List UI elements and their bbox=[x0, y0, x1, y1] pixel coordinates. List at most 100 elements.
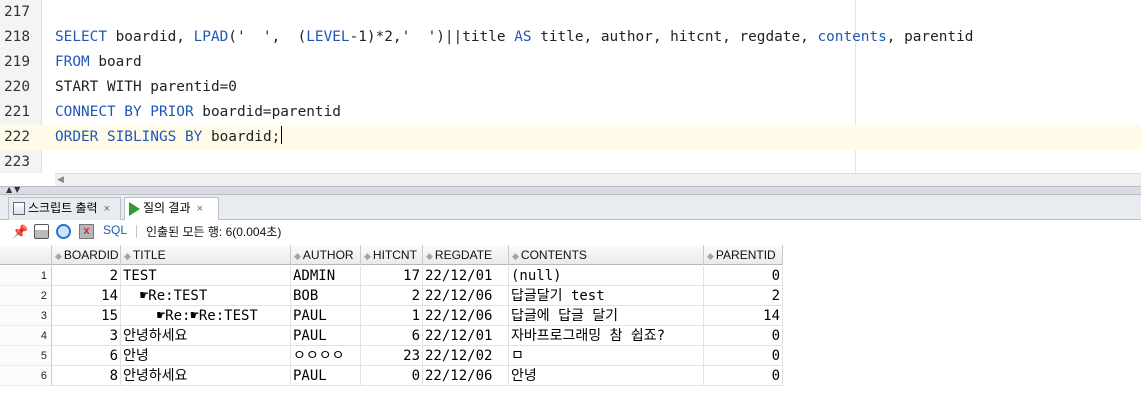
scroll-left-icon[interactable]: ◀ bbox=[57, 174, 64, 186]
column-header-title[interactable]: ◆ TITLE bbox=[121, 245, 291, 265]
cell-title[interactable]: 안녕하세요 bbox=[121, 326, 291, 346]
cell-hitcnt[interactable]: 0 bbox=[361, 366, 423, 386]
cell-title[interactable]: TEST bbox=[121, 266, 291, 286]
row-number[interactable]: 1 bbox=[0, 266, 52, 286]
toolbar-separator bbox=[136, 225, 137, 238]
sql-keyword: ORDER SIBLINGS BY bbox=[55, 129, 203, 145]
sql-link[interactable]: SQL bbox=[103, 223, 127, 237]
table-row[interactable]: 2 14 ☛Re:TEST BOB 2 22/12/06 답글달기 test 2 bbox=[0, 286, 783, 306]
text-caret bbox=[281, 126, 283, 144]
row-number[interactable]: 6 bbox=[0, 366, 52, 386]
code-line[interactable]: 222 ORDER SIBLINGS BY boardid; bbox=[0, 125, 1141, 150]
sql-keyword: contents bbox=[817, 29, 887, 45]
cancel-query-icon[interactable]: x bbox=[79, 224, 94, 239]
cell-boardid[interactable]: 6 bbox=[52, 346, 121, 366]
cell-title[interactable]: 안녕하세요 bbox=[121, 366, 291, 386]
cell-author[interactable]: PAUL bbox=[291, 366, 361, 386]
cell-parentid[interactable]: 14 bbox=[704, 306, 783, 326]
cell-hitcnt[interactable]: 2 bbox=[361, 286, 423, 306]
cell-author[interactable]: ㅇㅇㅇㅇ bbox=[291, 346, 361, 366]
cell-parentid[interactable]: 0 bbox=[704, 366, 783, 386]
cell-contents[interactable]: 답글달기 test bbox=[509, 286, 704, 306]
cell-boardid[interactable]: 2 bbox=[52, 266, 121, 286]
cell-regdate[interactable]: 22/12/01 bbox=[423, 266, 509, 286]
result-grid[interactable]: ◆ BOARDID ◆ TITLE ◆ AUTHOR ◆ HITCNT ◆ REGDATE… bbox=[0, 244, 1141, 411]
code-line[interactable]: 217 bbox=[0, 0, 1141, 25]
cell-regdate[interactable]: 22/12/01 bbox=[423, 326, 509, 346]
code-line[interactable]: 221 CONNECT BY PRIOR boardid=parentid bbox=[0, 100, 1141, 125]
print-icon[interactable] bbox=[34, 224, 49, 239]
cell-boardid[interactable]: 8 bbox=[52, 366, 121, 386]
cell-boardid[interactable]: 3 bbox=[52, 326, 121, 346]
column-header-boardid[interactable]: ◆ BOARDID bbox=[52, 245, 121, 265]
table-row[interactable]: 5 6 안녕 ㅇㅇㅇㅇ 23 22/12/02 ㅁ 0 bbox=[0, 346, 783, 366]
sql-token: title, author, hitcnt, regdate, bbox=[531, 29, 818, 45]
sql-token: (' ', ( bbox=[228, 29, 307, 45]
code-line[interactable]: 219 FROM board bbox=[0, 50, 1141, 75]
cell-hitcnt[interactable]: 6 bbox=[361, 326, 423, 346]
column-header-hitcnt[interactable]: ◆ HITCNT bbox=[361, 245, 423, 265]
cell-parentid[interactable]: 2 bbox=[704, 286, 783, 306]
sql-token: boardid; bbox=[202, 129, 281, 145]
cell-parentid[interactable]: 0 bbox=[704, 326, 783, 346]
column-header-author[interactable]: ◆ AUTHOR bbox=[291, 245, 361, 265]
run-query-icon bbox=[129, 201, 140, 216]
fetch-status: 인출된 모든 행: 6(0.004초) bbox=[146, 225, 282, 239]
cell-title[interactable]: ☛Re:☛Re:TEST bbox=[121, 306, 291, 326]
sql-keyword: CONNECT BY PRIOR bbox=[55, 104, 194, 120]
sql-editor[interactable]: 217 218 SELECT boardid, LPAD(' ', (LEVEL-1… bbox=[0, 0, 1141, 173]
cell-regdate[interactable]: 22/12/06 bbox=[423, 286, 509, 306]
row-number[interactable]: 3 bbox=[0, 306, 52, 326]
table-row[interactable]: 1 2 TEST ADMIN 17 22/12/01 (null) 0 bbox=[0, 266, 783, 286]
close-icon[interactable]: × bbox=[197, 199, 203, 220]
cell-contents[interactable]: 답글에 답글 달기 bbox=[509, 306, 704, 326]
column-header-parentid[interactable]: ◆ PARENTID bbox=[704, 245, 783, 265]
row-number[interactable]: 5 bbox=[0, 346, 52, 366]
refresh-icon[interactable] bbox=[56, 224, 71, 239]
close-icon[interactable]: × bbox=[104, 199, 110, 220]
pin-icon[interactable]: 📌 bbox=[12, 224, 28, 239]
code-line[interactable]: 223 bbox=[0, 150, 1141, 173]
cell-contents[interactable]: 자바프로그래밍 참 쉽죠? bbox=[509, 326, 704, 346]
sql-token: -1)*2,' ')||title bbox=[349, 29, 515, 45]
cell-regdate[interactable]: 22/12/06 bbox=[423, 366, 509, 386]
code-line[interactable]: 220 START WITH parentid=0 bbox=[0, 75, 1141, 100]
splitter-collapse-icon[interactable]: ▲▼ bbox=[6, 185, 22, 194]
cell-contents[interactable]: ㅁ bbox=[509, 346, 704, 366]
cell-regdate[interactable]: 22/12/06 bbox=[423, 306, 509, 326]
cell-parentid[interactable]: 0 bbox=[704, 346, 783, 366]
cell-hitcnt[interactable]: 17 bbox=[361, 266, 423, 286]
table-row[interactable]: 4 3 안녕하세요 PAUL 6 22/12/01 자바프로그래밍 참 쉽죠? 0 bbox=[0, 326, 783, 346]
row-number[interactable]: 4 bbox=[0, 326, 52, 346]
cell-title[interactable]: 안녕 bbox=[121, 346, 291, 366]
cell-parentid[interactable]: 0 bbox=[704, 266, 783, 286]
editor-horizontal-scrollbar[interactable]: ◀ bbox=[55, 173, 1141, 186]
cell-title[interactable]: ☛Re:TEST bbox=[121, 286, 291, 306]
table-row[interactable]: 3 15 ☛Re:☛Re:TEST PAUL 1 22/12/06 답글에 답글 달기 14 bbox=[0, 306, 783, 326]
row-number[interactable]: 2 bbox=[0, 286, 52, 306]
cell-author[interactable]: ADMIN bbox=[291, 266, 361, 286]
code-text: CONNECT BY PRIOR boardid=parentid bbox=[55, 100, 341, 125]
tab-query-result[interactable]: 질의 결과 × bbox=[124, 197, 219, 221]
cell-contents[interactable]: (null) bbox=[509, 266, 704, 286]
cell-boardid[interactable]: 14 bbox=[52, 286, 121, 306]
sort-icon: ◆ bbox=[55, 251, 62, 261]
sql-keyword: AS bbox=[514, 29, 532, 45]
column-header-contents[interactable]: ◆ CONTENTS bbox=[509, 245, 704, 265]
code-text: FROM board bbox=[55, 50, 142, 75]
code-line[interactable]: 218 SELECT boardid, LPAD(' ', (LEVEL-1)*2… bbox=[0, 25, 1141, 50]
cell-hitcnt[interactable]: 23 bbox=[361, 346, 423, 366]
sql-token: , parentid bbox=[886, 29, 974, 45]
cell-author[interactable]: BOB bbox=[291, 286, 361, 306]
cell-contents[interactable]: 안녕 bbox=[509, 366, 704, 386]
column-header-regdate[interactable]: ◆ REGDATE bbox=[423, 245, 509, 265]
cell-author[interactable]: PAUL bbox=[291, 306, 361, 326]
panel-splitter[interactable]: ▲▼ bbox=[0, 185, 1141, 195]
cell-regdate[interactable]: 22/12/02 bbox=[423, 346, 509, 366]
cell-author[interactable]: PAUL bbox=[291, 326, 361, 346]
table-row[interactable]: 6 8 안녕하세요 PAUL 0 22/12/06 안녕 0 bbox=[0, 366, 783, 386]
cell-boardid[interactable]: 15 bbox=[52, 306, 121, 326]
code-text: SELECT boardid, LPAD(' ', (LEVEL-1)*2,' … bbox=[55, 25, 973, 50]
tab-script-output[interactable]: 스크립트 출력 × bbox=[8, 197, 121, 220]
cell-hitcnt[interactable]: 1 bbox=[361, 306, 423, 326]
